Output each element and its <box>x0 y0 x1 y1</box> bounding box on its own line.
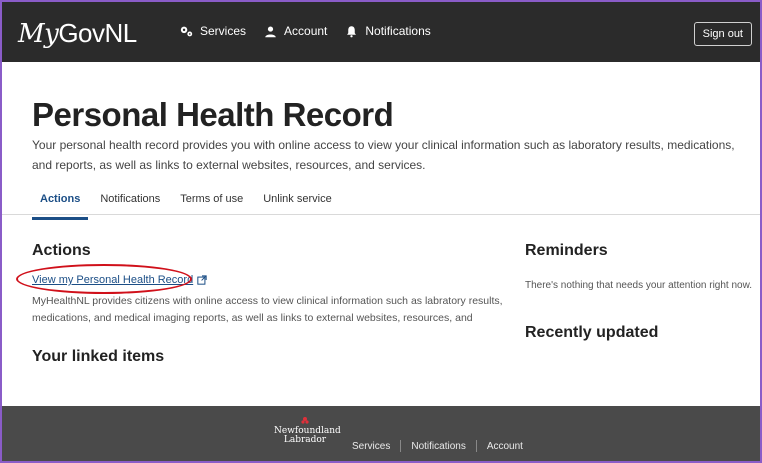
logo-govnl: GovNL <box>58 18 137 48</box>
person-icon <box>265 25 276 37</box>
nav-services-label: Services <box>200 24 247 38</box>
page-intro: Your personal health record provides you… <box>32 138 735 172</box>
app-frame: MyGovNL Services Account Notifications S… <box>0 0 762 463</box>
footer-link-account[interactable]: Account <box>477 441 533 452</box>
nav-notifications-label: Notifications <box>365 24 431 38</box>
logo-line-labrador: Labrador <box>283 435 327 445</box>
footer-link-services[interactable]: Services <box>342 441 400 452</box>
external-link-icon <box>197 275 207 285</box>
newfoundland-labrador-logo[interactable]: Newfoundland Labrador <box>274 416 341 445</box>
nav-notifications[interactable]: Notifications <box>345 24 431 38</box>
tab-actions[interactable]: Actions <box>32 190 89 220</box>
logo-my: My <box>18 19 59 49</box>
mygovnl-logo[interactable]: MyGovNL <box>18 18 137 49</box>
actions-description: MyHealthNL provides citizens with online… <box>32 295 503 324</box>
nav-account[interactable]: Account <box>264 24 327 38</box>
tab-terms-of-use[interactable]: Terms of use <box>172 190 251 220</box>
view-personal-health-record-link[interactable]: View my Personal Health Record <box>32 274 207 286</box>
reminders-empty-text: There's nothing that needs your attentio… <box>525 280 753 291</box>
tabs-divider <box>2 214 760 215</box>
linked-items-heading: Your linked items <box>32 348 165 365</box>
sign-out-button[interactable]: Sign out <box>693 22 752 46</box>
footer-links: Services Notifications Account <box>342 440 533 452</box>
top-nav: Services Account Notifications <box>180 24 431 38</box>
gears-icon <box>180 26 193 36</box>
reminders-heading: Reminders <box>525 242 608 259</box>
actions-heading: Actions <box>32 242 91 259</box>
nav-account-label: Account <box>284 24 328 38</box>
tab-notifications[interactable]: Notifications <box>92 190 168 220</box>
bell-icon <box>347 25 357 37</box>
tab-bar: Actions Notifications Terms of use Unlin… <box>32 190 344 220</box>
recently-updated-heading: Recently updated <box>525 324 659 341</box>
nav-services[interactable]: Services <box>180 24 246 38</box>
phr-link-label: View my Personal Health Record <box>32 274 194 286</box>
pitcher-plant-icon <box>301 417 309 424</box>
page-title: Personal Health Record <box>32 96 394 133</box>
tab-unlink-service[interactable]: Unlink service <box>255 190 339 220</box>
top-bar: MyGovNL Services Account Notifications S… <box>2 2 760 62</box>
footer-link-notifications[interactable]: Notifications <box>401 441 475 452</box>
footer <box>2 406 760 461</box>
